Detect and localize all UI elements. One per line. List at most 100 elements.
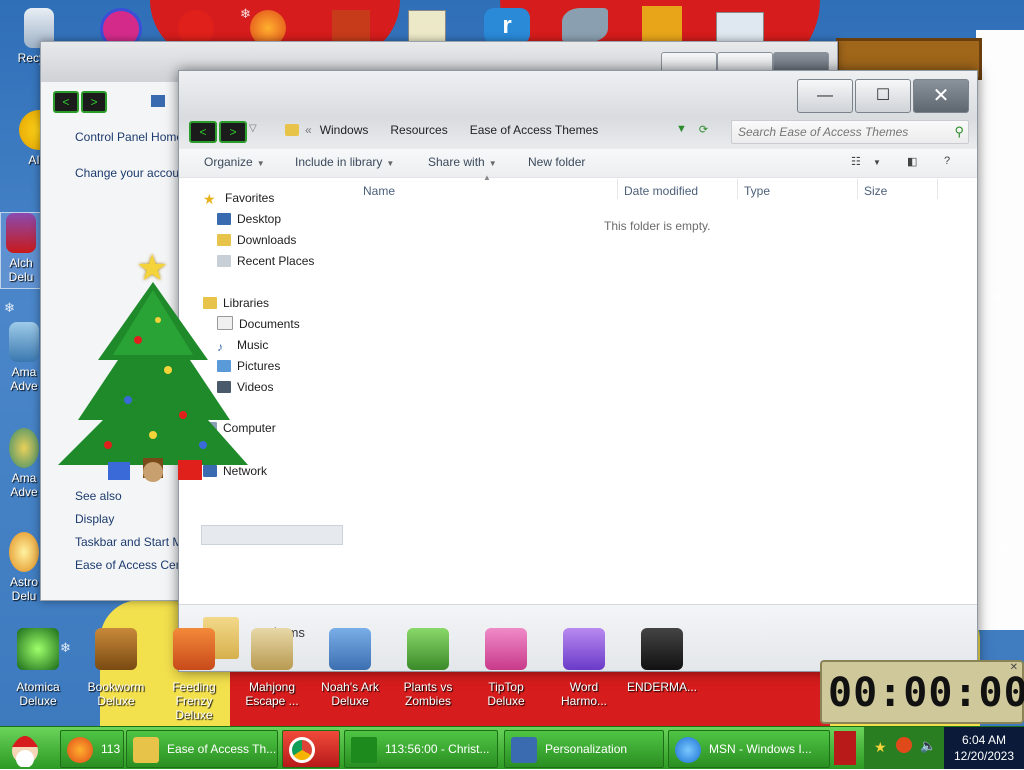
search-input[interactable] bbox=[736, 123, 945, 141]
timer-gadget[interactable]: 00:00:00 ✕ bbox=[820, 660, 1024, 724]
column-divider[interactable] bbox=[857, 179, 858, 199]
column-size[interactable]: Size bbox=[864, 184, 887, 198]
address-chevron[interactable]: « bbox=[305, 123, 312, 137]
desktop-icon-label: ENDERMA... bbox=[626, 680, 697, 694]
address-dropdown-icon[interactable]: ▼ bbox=[676, 123, 687, 136]
column-divider[interactable] bbox=[617, 179, 618, 199]
address-bar[interactable]: « Windows Resources Ease of Access Theme… bbox=[285, 119, 715, 141]
christmas-tree-icon bbox=[351, 736, 377, 763]
taskbar-button-firefox[interactable]: 113 bbox=[60, 730, 124, 768]
forward-button[interactable]: > bbox=[81, 91, 107, 113]
snowflake-icon: ❄ bbox=[240, 6, 251, 21]
refresh-icon[interactable]: ⟳ bbox=[699, 123, 708, 136]
taskbar-button-chrome[interactable] bbox=[282, 730, 340, 768]
view-dropdown-icon[interactable]: ▼ bbox=[873, 158, 881, 167]
chevron-down-icon[interactable]: ▽ bbox=[249, 123, 257, 134]
taskbar-label: 113 bbox=[101, 742, 121, 756]
taskbar-button-msn[interactable]: MSN - Windows I... bbox=[668, 730, 830, 768]
caret-down-icon: ▼ bbox=[386, 159, 395, 168]
desktop-icon-feeding-frenzy[interactable]: Feeding Frenzy Deluxe bbox=[156, 628, 232, 722]
column-type[interactable]: Type bbox=[744, 184, 770, 198]
mahjong-icon bbox=[251, 628, 293, 670]
new-folder-button[interactable]: New folder bbox=[528, 155, 585, 169]
amazing-adventures-icon bbox=[9, 322, 39, 362]
forward-arrow-button[interactable]: > bbox=[219, 121, 247, 143]
tray-star-icon[interactable]: ★ bbox=[874, 739, 887, 756]
taskbar-button-personalization[interactable]: Personalization bbox=[504, 730, 664, 768]
preview-pane-icon[interactable]: ◧ bbox=[907, 155, 917, 168]
breadcrumb-windows[interactable]: Windows bbox=[320, 123, 369, 137]
show-desktop-strip[interactable] bbox=[834, 731, 856, 765]
star-icon: ★ bbox=[203, 191, 216, 207]
clock-time: 6:04 AM bbox=[961, 733, 1007, 747]
desktop-icon-label: Feeding Frenzy Deluxe bbox=[172, 680, 216, 722]
column-date-modified[interactable]: Date modified bbox=[624, 184, 698, 198]
folder-icon bbox=[133, 736, 159, 763]
taskbar-label: MSN - Windows I... bbox=[709, 742, 812, 756]
back-button[interactable]: < bbox=[53, 91, 79, 113]
desktop-icon-noahs-ark[interactable]: Noah's Ark Deluxe bbox=[312, 628, 388, 708]
top-icon-r-app[interactable]: r bbox=[484, 8, 530, 44]
timer-display: 00:00:00 bbox=[828, 670, 1024, 716]
taskbar-button-christmas-countdown[interactable]: 113:56:00 - Christ... bbox=[344, 730, 498, 768]
column-divider[interactable] bbox=[937, 179, 938, 199]
snowflake-icon: ❄ bbox=[990, 290, 1001, 305]
empty-folder-message: This folder is empty. bbox=[604, 219, 711, 233]
bookworm-icon bbox=[95, 628, 137, 670]
search-icon[interactable]: ⚲ bbox=[954, 124, 964, 140]
top-icon-shrine[interactable] bbox=[332, 10, 370, 44]
christmas-tree-gadget[interactable]: ★ bbox=[58, 250, 254, 492]
desktop-icon-mahjong[interactable]: Mahjong Escape ... bbox=[234, 628, 310, 708]
help-icon[interactable]: ? bbox=[944, 155, 950, 167]
organize-label: Organize bbox=[204, 155, 253, 169]
desktop-icon-atomica[interactable]: Atomica Deluxe bbox=[0, 628, 76, 708]
top-icon-shark[interactable] bbox=[562, 8, 608, 42]
back-arrow-button[interactable]: < bbox=[189, 121, 217, 143]
volume-icon[interactable]: 🔈 bbox=[920, 738, 936, 754]
taskbar-label: 113:56:00 - Christ... bbox=[385, 742, 490, 756]
desktop-icon-tiptop[interactable]: TipTop Deluxe bbox=[468, 628, 544, 708]
clock[interactable]: 6:04 AM 12/20/2023 bbox=[944, 727, 1024, 769]
top-icon-window[interactable] bbox=[716, 12, 764, 44]
enderman-icon bbox=[641, 628, 683, 670]
nav-favorites[interactable]: ★ Favorites bbox=[203, 189, 274, 207]
breadcrumb-resources[interactable]: Resources bbox=[390, 123, 447, 137]
word-icon bbox=[563, 628, 605, 670]
tray-firefox-icon[interactable] bbox=[896, 737, 912, 753]
desktop-icon-enderman[interactable]: ENDERMA... bbox=[624, 628, 700, 694]
start-button[interactable] bbox=[4, 729, 46, 768]
explorer-window[interactable]: — ☐ ✕ < > ▽ « Windows Resources Ease of … bbox=[178, 70, 978, 672]
maximize-button[interactable]: ☐ bbox=[855, 79, 911, 113]
minimize-button[interactable]: — bbox=[797, 79, 853, 113]
close-button[interactable]: ✕ bbox=[913, 79, 969, 113]
personalization-icon bbox=[511, 736, 537, 763]
desktop-icon-plants-vs-zombies[interactable]: Plants vs Zombies bbox=[390, 628, 466, 708]
desktop-icon-alchemy[interactable]: Alch Delu bbox=[0, 212, 42, 289]
desktop-icon-word-harmony[interactable]: Word Harmo... bbox=[546, 628, 622, 708]
title-bar[interactable]: — ☐ ✕ < > ▽ « Windows Resources Ease of … bbox=[179, 71, 977, 149]
organize-button[interactable]: Organize ▼ bbox=[204, 155, 265, 169]
nav-label: Favorites bbox=[225, 191, 275, 205]
command-bar: Organize ▼ Include in library ▼ Share with… bbox=[179, 149, 977, 178]
include-in-library-button[interactable]: Include in library ▼ bbox=[295, 155, 394, 169]
close-icon[interactable]: ✕ bbox=[1010, 662, 1018, 673]
atomica-icon bbox=[17, 628, 59, 670]
column-divider[interactable] bbox=[737, 179, 738, 199]
view-options-icon[interactable]: ☷ bbox=[851, 155, 861, 168]
caption-buttons: — ☐ ✕ bbox=[795, 79, 969, 113]
search-box[interactable]: ⚲ bbox=[731, 120, 969, 144]
nav-label: Downloads bbox=[237, 233, 297, 247]
top-icon-box[interactable] bbox=[642, 6, 682, 42]
desktop-icon-bookworm[interactable]: Bookworm Deluxe bbox=[78, 628, 154, 708]
nav-desktop[interactable]: Desktop bbox=[217, 210, 281, 228]
desktop-icon-label: Bookworm Deluxe bbox=[87, 680, 145, 708]
breadcrumb-ease-of-access-themes[interactable]: Ease of Access Themes bbox=[470, 123, 599, 137]
desktop-icon-label: Mahjong Escape ... bbox=[245, 680, 299, 708]
desktop-icon-label: Noah's Ark Deluxe bbox=[321, 680, 379, 708]
nav-downloads[interactable]: Downloads bbox=[217, 231, 296, 249]
amazing-adventures-2-icon bbox=[9, 428, 39, 468]
column-headers: Name ▲ Date modified Type Size bbox=[347, 173, 977, 203]
column-name[interactable]: Name bbox=[363, 184, 395, 198]
share-with-button[interactable]: Share with ▼ bbox=[428, 155, 497, 169]
taskbar-button-explorer[interactable]: Ease of Access Th... bbox=[126, 730, 278, 768]
